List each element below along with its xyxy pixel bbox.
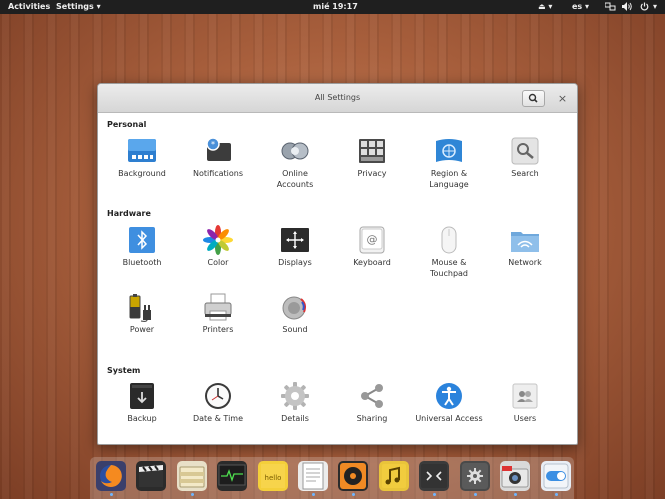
top-bar: Activities Settings ▾ mié 19:17 ⏏ ▾ es ▾… (0, 0, 665, 14)
panel-label-line: Accounts (276, 180, 314, 189)
eject-icon: ⏏ (538, 2, 546, 11)
close-button[interactable]: × (554, 90, 571, 107)
panel-label: Universal Access (415, 414, 483, 423)
music-player-icon[interactable] (338, 461, 368, 491)
printer-icon (203, 292, 233, 322)
backup-icon (127, 381, 157, 411)
search-panel-icon (510, 136, 540, 166)
displays-icon (280, 225, 310, 255)
activities-button[interactable]: Activities (8, 2, 50, 12)
audio-icon[interactable] (379, 461, 409, 491)
text-editor-icon[interactable] (298, 461, 328, 491)
panel-label: Displays (278, 258, 312, 267)
panel-label: Region & Language (409, 168, 489, 190)
camera-icon[interactable] (500, 461, 530, 491)
panel-label: Date & Time (192, 414, 244, 423)
firefox-icon[interactable] (96, 461, 126, 491)
svg-text:@: @ (367, 233, 378, 246)
app-menu-button[interactable]: Settings ▾ (56, 2, 101, 12)
svg-text:*: * (211, 140, 215, 149)
panel-label-line: Online (282, 169, 308, 178)
files-icon[interactable] (177, 461, 207, 491)
eject-arrow-icon: ▾ (548, 2, 553, 11)
section-personal: Personal (107, 120, 147, 129)
panel-label: Users (513, 414, 537, 423)
background-icon (127, 136, 157, 166)
running-indicator (312, 493, 315, 496)
power-icon[interactable] (640, 2, 649, 14)
panel-label: Online Accounts (255, 168, 335, 190)
share-icon (357, 381, 387, 411)
network-icon[interactable] (604, 2, 616, 14)
running-indicator (555, 493, 558, 496)
svg-text:hello: hello (265, 474, 282, 482)
panel-label: Privacy (357, 169, 387, 178)
region-language-icon (434, 136, 464, 166)
system-monitor-icon[interactable] (217, 461, 247, 491)
video-icon[interactable] (136, 461, 166, 491)
section-system: System (107, 366, 141, 375)
panel-label-line: Region & (430, 169, 468, 178)
keyboard-layout-arrow-icon: ▾ (584, 2, 589, 11)
accessibility-icon (434, 381, 464, 411)
panel-label: Sharing (356, 414, 388, 423)
panel-label-line: Mouse & (431, 258, 467, 267)
panel-label: Mouse & Touchpad (409, 257, 489, 279)
online-accounts-icon (280, 136, 310, 166)
users-icon (510, 381, 540, 411)
search-icon (528, 93, 538, 103)
volume-icon[interactable] (622, 2, 633, 14)
panel-label: Backup (127, 414, 157, 423)
clock-icon (203, 381, 233, 411)
clock[interactable]: mié 19:17 (313, 2, 358, 12)
keyboard-layout-menu[interactable]: es ▾ (572, 2, 589, 12)
panel-label-line: Language (429, 180, 469, 189)
panel-label: Notifications (192, 169, 244, 178)
toggle-icon[interactable] (541, 461, 571, 491)
running-indicator (191, 493, 194, 496)
sound-icon (280, 292, 310, 322)
app-menu-arrow-icon: ▾ (96, 2, 101, 11)
keyboard-icon: @ (357, 225, 387, 255)
panel-label: Network (508, 258, 542, 267)
running-indicator (110, 493, 113, 496)
gear-icon (280, 381, 310, 411)
settings-icon[interactable] (460, 461, 490, 491)
panel-label-line: Touchpad (429, 269, 469, 278)
system-menu-arrow-icon[interactable]: ▾ (653, 2, 657, 12)
section-hardware: Hardware (107, 209, 151, 218)
window-titlebar[interactable]: All Settings × (98, 84, 577, 113)
mouse-icon (434, 225, 464, 255)
running-indicator (514, 493, 517, 496)
notifications-icon: * (203, 136, 233, 166)
terminal-icon[interactable] (419, 461, 449, 491)
panel-label: Sound (282, 325, 308, 334)
notes-icon[interactable]: hello (258, 461, 288, 491)
panel-label: Details (281, 414, 309, 423)
keyboard-layout-label: es (572, 2, 583, 11)
panel-label: Keyboard (353, 258, 391, 267)
window-title: All Settings (314, 93, 361, 102)
running-indicator (352, 493, 355, 496)
running-indicator (433, 493, 436, 496)
panel-label: Search (511, 169, 539, 178)
network-folder-icon (510, 225, 540, 255)
panel-label: Power (129, 325, 155, 334)
panel-label: Background (118, 169, 166, 178)
power-panel-icon (127, 292, 157, 322)
panel-label: Bluetooth (122, 258, 162, 267)
color-icon (203, 225, 233, 255)
panel-label: Color (207, 258, 229, 267)
panel-label: Printers (202, 325, 234, 334)
search-button[interactable] (522, 90, 545, 107)
running-indicator (474, 493, 477, 496)
bluetooth-icon (127, 225, 157, 255)
eject-menu[interactable]: ⏏ ▾ (538, 2, 552, 12)
app-menu-label: Settings (56, 2, 94, 11)
privacy-icon (357, 136, 387, 166)
settings-window: All Settings × Personal Background * Not… (97, 83, 578, 445)
